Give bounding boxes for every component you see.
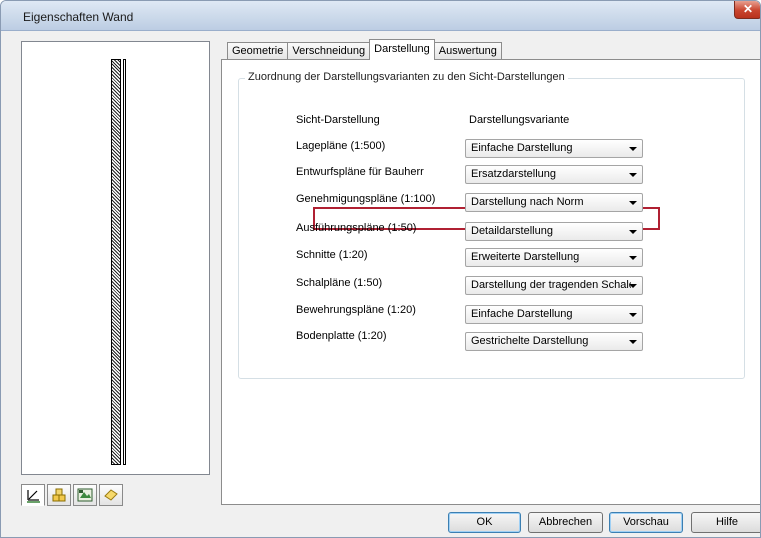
tab-bar: Geometrie Verschneidung Darstellung Ausw… xyxy=(227,39,502,60)
column-header-variant: Darstellungsvariante xyxy=(469,114,570,126)
row-label-schalplaene: Schalpläne (1:50) xyxy=(296,277,383,289)
preview-view-tabs xyxy=(21,484,123,506)
view-tab-wall[interactable] xyxy=(21,484,45,506)
combo-lageplaene[interactable]: Einfache Darstellung xyxy=(465,139,643,158)
chevron-down-icon xyxy=(629,173,637,177)
wall-preview xyxy=(21,41,210,475)
column-header-view: Sicht-Darstellung xyxy=(296,114,380,126)
combo-bodenplatte[interactable]: Gestrichelte Darstellung xyxy=(465,332,643,351)
chevron-down-icon xyxy=(629,201,637,205)
combo-value: Gestrichelte Darstellung xyxy=(471,335,589,347)
tab-verschneidung[interactable]: Verschneidung xyxy=(287,42,371,60)
surface-icon xyxy=(104,489,118,501)
view-tab-surface[interactable] xyxy=(99,484,123,506)
row-label-schnitte: Schnitte (1:20) xyxy=(296,249,368,261)
view-tab-layers[interactable] xyxy=(73,484,97,506)
combo-value: Darstellung der tragenden Schale xyxy=(471,279,631,291)
help-button[interactable]: Hilfe xyxy=(691,512,760,533)
layers-icon xyxy=(77,488,93,502)
cancel-button[interactable]: Abbrechen xyxy=(528,512,603,533)
row-label-bodenplatte: Bodenplatte (1:20) xyxy=(296,330,387,342)
tab-auswertung[interactable]: Auswertung xyxy=(433,42,502,60)
wall-hatch-layer xyxy=(111,59,121,465)
ok-button[interactable]: OK xyxy=(448,512,521,533)
combo-bewehrungsplaene[interactable]: Einfache Darstellung xyxy=(465,305,643,324)
combo-ausfuehrungsplaene[interactable]: Detaildarstellung xyxy=(465,222,643,241)
view-tab-materials[interactable] xyxy=(47,484,71,506)
combo-value: Ersatzdarstellung xyxy=(471,168,556,180)
chevron-down-icon xyxy=(629,284,637,288)
row-label-entwurfsplaene: Entwurfspläne für Bauherr xyxy=(296,166,424,178)
properties-dialog: Eigenschaften Wand ✕ Geometrie Verschnei… xyxy=(0,0,761,538)
combo-value: Erweiterte Darstellung xyxy=(471,251,580,263)
preview-button[interactable]: Vorschau xyxy=(609,512,683,533)
assignment-groupbox: Zuordnung der Darstellungsvarianten zu d… xyxy=(238,71,745,379)
tab-darstellung[interactable]: Darstellung xyxy=(369,39,435,60)
chevron-down-icon xyxy=(629,313,637,317)
row-label-genehmigungsplaene: Genehmigungspläne (1:100) xyxy=(296,193,436,205)
window-title: Eigenschaften Wand xyxy=(23,10,134,24)
tab-geometrie[interactable]: Geometrie xyxy=(227,42,289,60)
chevron-down-icon xyxy=(629,230,637,234)
wall-view-icon xyxy=(27,490,40,503)
close-button[interactable]: ✕ xyxy=(734,1,760,19)
title-bar[interactable]: Eigenschaften Wand ✕ xyxy=(1,1,760,31)
materials-icon xyxy=(52,488,66,502)
chevron-down-icon xyxy=(629,340,637,344)
tab-panel-darstellung: Zuordnung der Darstellungsvarianten zu d… xyxy=(221,59,760,505)
close-icon: ✕ xyxy=(742,2,754,16)
chevron-down-icon xyxy=(629,147,637,151)
row-label-lageplaene: Lagepläne (1:500) xyxy=(296,140,386,152)
groupbox-label: Zuordnung der Darstellungsvarianten zu d… xyxy=(245,71,568,83)
wall-outline-layer xyxy=(123,59,126,465)
combo-schalplaene[interactable]: Darstellung der tragenden Schale xyxy=(465,276,643,295)
combo-value: Detaildarstellung xyxy=(471,225,553,237)
row-label-ausfuehrungsplaene: Ausführungspläne (1:50) xyxy=(296,222,417,234)
combo-value: Einfache Darstellung xyxy=(471,308,573,320)
combo-schnitte[interactable]: Erweiterte Darstellung xyxy=(465,248,643,267)
row-label-bewehrungsplaene: Bewehrungspläne (1:20) xyxy=(296,304,416,316)
combo-value: Einfache Darstellung xyxy=(471,142,573,154)
combo-genehmigungsplaene[interactable]: Darstellung nach Norm xyxy=(465,193,643,212)
combo-entwurfsplaene[interactable]: Ersatzdarstellung xyxy=(465,165,643,184)
chevron-down-icon xyxy=(629,256,637,260)
combo-value: Darstellung nach Norm xyxy=(471,196,584,208)
